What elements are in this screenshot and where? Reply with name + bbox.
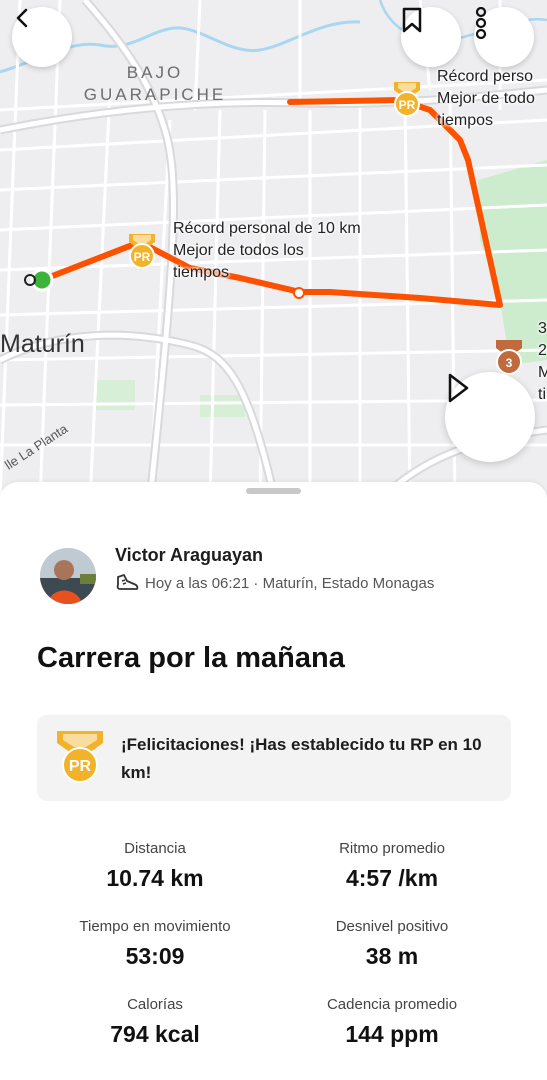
pr-message: ¡Felicitaciones! ¡Has establecido tu RP … [121,735,482,782]
stat-value: 53:09 [125,943,185,969]
pin-label-line: ti [538,386,546,403]
pin-label: Récord personal de 10 km Mejor de todos … [173,218,361,284]
pin-label: Récord perso Mejor de todo tiempos [437,66,535,132]
stat-distance: Distancia 10.74 km [30,840,280,892]
stat-moving-time: Tiempo en movimiento 53:09 [30,918,280,970]
activity-sheet: Victor Araguayan Hoy a las 06:21 · Matur… [0,482,547,1080]
pin-label-line: tiempos [173,264,230,281]
athlete-name[interactable]: Victor Araguayan [115,545,263,566]
pr-text: PR [69,758,92,775]
pr-medal-icon: PR [129,234,155,269]
pr-medal-icon: PR [57,731,103,783]
pr-medal-icon: PR [394,82,420,117]
stat-label: Ritmo promedio [339,840,445,857]
stat-calories: Calorías 794 kcal [30,996,280,1048]
bronze-medal-icon: 3 [496,340,522,375]
stat-value: 794 kcal [110,1021,200,1047]
pin-label: 3 2 M ti [538,318,547,406]
meta-separator: · [249,574,263,592]
route-map[interactable]: BAJO GUARAPICHE Maturín lle La Planta PR… [0,0,547,500]
bookmark-button[interactable] [401,7,461,67]
district-label: BAJO GUARAPICHE [80,62,230,106]
pr-text: PR [399,98,416,112]
stat-label: Cadencia promedio [326,996,458,1013]
play-flyover-button[interactable] [445,372,535,462]
district-line-2: GUARAPICHE [83,85,227,104]
stat-label: Desnivel positivo [335,918,449,935]
more-options-button[interactable] [474,7,534,67]
activity-title: Carrera por la mañana [37,642,345,674]
park-area [200,395,245,417]
city-label: Maturín [0,330,85,358]
pin-label-line: Récord perso [437,68,534,85]
route-marker [293,287,305,299]
activity-meta: Hoy a las 06:21 · Maturín, Estado Monaga… [115,573,434,593]
stat-value: 38 m [365,943,419,969]
pr-badge: PR [55,729,105,790]
drag-handle[interactable] [246,488,301,494]
pin-label-line: 3 [538,320,547,337]
stat-value: 10.74 km [106,865,204,891]
stat-avg-cadence: Cadencia promedio 144 ppm [267,996,517,1048]
activity-time: Hoy a las 06:21 [145,574,250,592]
activity-location: Maturín, Estado Monagas [262,574,435,592]
stat-value: 144 ppm [345,1021,439,1047]
chevron-left-icon [16,8,28,28]
run-shoe-icon [116,574,139,590]
pin-label-line: tiempos [437,112,494,129]
play-icon [448,373,469,403]
back-button[interactable] [12,7,72,67]
rank-text: 3 [506,356,513,370]
pin-label-line: Mejor de todo [437,90,535,107]
pin-label-line: Récord personal de 10 km [173,220,361,237]
avatar[interactable] [40,548,96,604]
pin-label-line: Mejor de todos los [173,242,304,259]
stat-label: Calorías [127,996,183,1013]
stat-elevation-gain: Desnivel positivo 38 m [267,918,517,970]
pr-banner[interactable]: PR ¡Felicitaciones! ¡Has establecido tu … [37,715,511,801]
pin-label-line: 2 [538,342,547,359]
stat-value: 4:57 /km [345,865,439,891]
pr-text: PR [134,250,151,264]
district-line-1: BAJO [126,63,184,82]
bookmark-icon [402,7,422,33]
stat-avg-pace: Ritmo promedio 4:57 /km [267,840,517,892]
more-vertical-icon [475,7,487,39]
stat-label: Tiempo en movimiento [79,918,231,935]
stat-label: Distancia [124,840,186,857]
pin-label-line: M [538,364,547,381]
